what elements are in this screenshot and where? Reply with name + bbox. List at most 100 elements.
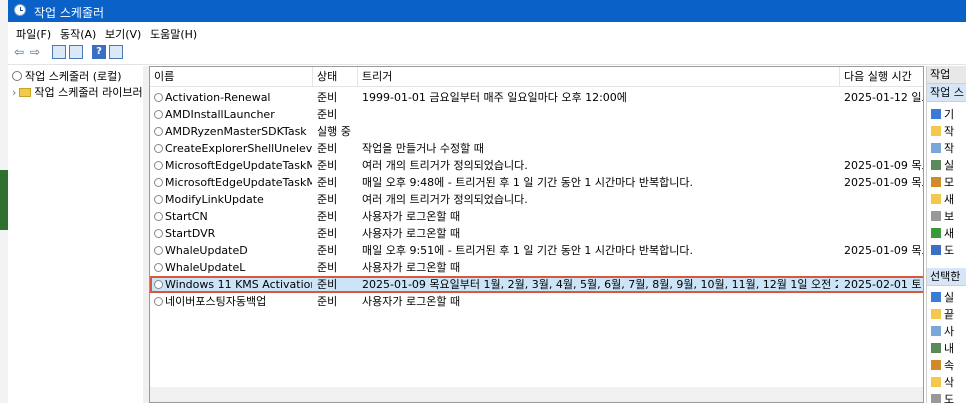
task-status: 준비 bbox=[317, 159, 338, 172]
action-item[interactable]: 모 bbox=[931, 174, 954, 190]
menu-file[interactable]: 파일(F) bbox=[16, 26, 51, 42]
show-hide-tree-icon[interactable] bbox=[69, 45, 83, 59]
action-item[interactable]: 도 bbox=[931, 242, 954, 258]
column-header-trigger[interactable]: 트리거 bbox=[358, 67, 840, 86]
menu-action[interactable]: 동작(A) bbox=[60, 26, 96, 42]
task-row[interactable]: StartCN 준비 사용자가 로그온할 때 bbox=[150, 208, 923, 225]
action-item[interactable]: 삭 bbox=[931, 374, 954, 390]
task-name: CreateExplorerShellUnelevated... bbox=[165, 142, 312, 155]
column-header-name[interactable]: 이름 bbox=[150, 67, 313, 86]
action-icon bbox=[931, 228, 941, 238]
task-status: 준비 bbox=[317, 227, 338, 240]
task-clock-icon bbox=[154, 93, 163, 102]
column-header-next-run[interactable]: 다음 실행 시간 bbox=[840, 67, 923, 86]
task-row[interactable]: ModifyLinkUpdate 준비 여러 개의 트리거가 정의되었습니다. bbox=[150, 191, 923, 208]
task-row[interactable]: WhaleUpdateD 준비 매일 오후 9:51에 - 트리거된 후 1 일 기… bbox=[150, 242, 924, 259]
task-row[interactable]: AMDInstallLauncher 준비 bbox=[150, 106, 923, 123]
action-item[interactable]: 새 bbox=[931, 225, 954, 241]
task-status: 준비 bbox=[317, 261, 338, 274]
up-folder-icon[interactable] bbox=[52, 45, 66, 59]
task-trigger: 매일 오후 9:51에 - 트리거된 후 1 일 기간 동안 1 시간마다 반복… bbox=[362, 244, 694, 257]
task-status: 준비 bbox=[317, 91, 338, 104]
action-icon bbox=[931, 177, 941, 187]
actions-header: 작업 bbox=[927, 66, 966, 84]
action-item[interactable]: 실 bbox=[931, 157, 954, 173]
toolbar: ⇦ ⇨ ? bbox=[8, 42, 966, 65]
navigation-tree: 작업 스케줄러 (로컬) › 작업 스케줄러 라이브러 bbox=[8, 66, 144, 403]
task-name: StartCN bbox=[165, 210, 208, 223]
task-row[interactable]: Windows 11 KMS Activation 준비 2025-01-09 목요… bbox=[150, 276, 923, 293]
task-clock-icon bbox=[154, 246, 163, 255]
title-bar[interactable]: 작업 스케줄러 bbox=[8, 0, 966, 22]
actions-section-library[interactable]: 작업 스 bbox=[927, 84, 966, 102]
task-row[interactable]: CreateExplorerShellUnelevated... 준비 작업을 만들… bbox=[150, 140, 923, 157]
action-item[interactable]: 새 bbox=[931, 191, 954, 207]
task-trigger: 사용자가 로그온할 때 bbox=[362, 227, 461, 240]
action-item[interactable]: 보 bbox=[931, 208, 954, 224]
tree-item-library[interactable]: › 작업 스케줄러 라이브러 bbox=[12, 84, 143, 100]
properties-icon[interactable] bbox=[109, 45, 123, 59]
background-window-strip bbox=[0, 0, 8, 403]
task-row[interactable]: WhaleUpdateL 준비 사용자가 로그온할 때 bbox=[150, 259, 923, 276]
task-clock-icon bbox=[154, 161, 163, 170]
task-row[interactable]: MicrosoftEdgeUpdateTaskMac... 준비 매일 오후 9:4… bbox=[150, 174, 924, 191]
task-trigger: 여러 개의 트리거가 정의되었습니다. bbox=[362, 159, 528, 172]
chevron-right-icon[interactable]: › bbox=[12, 86, 16, 99]
task-trigger: 사용자가 로그온할 때 bbox=[362, 210, 461, 223]
action-icon bbox=[931, 143, 941, 153]
action-item[interactable]: 속 bbox=[931, 357, 954, 373]
action-item[interactable]: 도 bbox=[931, 391, 954, 403]
action-icon bbox=[931, 245, 941, 255]
action-icon bbox=[931, 394, 941, 403]
task-trigger: 매일 오후 9:48에 - 트리거된 후 1 일 기간 동안 1 시간마다 반복… bbox=[362, 176, 694, 189]
task-scheduler-app-icon bbox=[14, 4, 26, 16]
action-item[interactable]: 기 bbox=[931, 106, 954, 122]
action-item[interactable]: 끝 bbox=[931, 306, 954, 322]
action-item[interactable]: 작 bbox=[931, 123, 954, 139]
task-row[interactable]: AMDRyzenMasterSDKTask 실행 중 bbox=[150, 123, 923, 140]
task-row[interactable]: Activation-Renewal 준비 1999-01-01 금요일부터 매주 … bbox=[150, 89, 924, 106]
task-next: 2025-02-01 토 bbox=[844, 278, 922, 291]
task-status: 실행 중 bbox=[317, 125, 351, 138]
help-icon[interactable]: ? bbox=[92, 45, 106, 59]
task-list: 이름 상태 트리거 다음 실행 시간 Activation-Renewal 준비 1… bbox=[149, 66, 924, 403]
task-clock-icon bbox=[154, 195, 163, 204]
forward-arrow-icon[interactable]: ⇨ bbox=[28, 45, 42, 59]
column-header-status[interactable]: 상태 bbox=[313, 67, 358, 86]
task-next: 2025-01-09 목요 bbox=[844, 244, 924, 257]
clock-icon bbox=[12, 71, 22, 81]
task-trigger: 1999-01-01 금요일부터 매주 일요일마다 오후 12:00에 bbox=[362, 91, 627, 104]
actions-section-selected[interactable]: 선택한 bbox=[927, 268, 966, 286]
task-name: ModifyLinkUpdate bbox=[165, 193, 264, 206]
task-name: Windows 11 KMS Activation bbox=[165, 278, 312, 291]
horizontal-scrollbar[interactable] bbox=[150, 387, 923, 402]
action-item[interactable]: 실 bbox=[931, 289, 954, 305]
action-icon bbox=[931, 360, 941, 370]
action-item[interactable]: 작 bbox=[931, 140, 954, 156]
action-item[interactable]: 사 bbox=[931, 323, 954, 339]
task-status: 준비 bbox=[317, 142, 338, 155]
task-next: 2025-01-09 목요 bbox=[844, 176, 924, 189]
menu-help[interactable]: 도움말(H) bbox=[150, 26, 197, 42]
task-row[interactable]: StartDVR 준비 사용자가 로그온할 때 bbox=[150, 225, 923, 242]
action-icon bbox=[931, 211, 941, 221]
task-status: 준비 bbox=[317, 278, 338, 291]
task-row[interactable]: 네이버포스팅자동백업 준비 사용자가 로그온할 때 bbox=[150, 293, 923, 310]
task-status: 준비 bbox=[317, 176, 338, 189]
tree-item-local[interactable]: 작업 스케줄러 (로컬) bbox=[12, 68, 122, 84]
action-icon bbox=[931, 194, 941, 204]
task-clock-icon bbox=[154, 212, 163, 221]
action-item[interactable]: 내 bbox=[931, 340, 954, 356]
task-trigger: 사용자가 로그온할 때 bbox=[362, 295, 461, 308]
task-row[interactable]: MicrosoftEdgeUpdateTaskMac... 준비 여러 개의 트리거… bbox=[150, 157, 923, 174]
task-trigger: 작업을 만들거나 수정할 때 bbox=[362, 142, 484, 155]
task-clock-icon bbox=[154, 297, 163, 306]
task-next: 2025-01-12 일요 bbox=[844, 91, 924, 104]
task-trigger: 2025-01-09 목요일부터 1월, 2월, 3월, 4월, 5월, 6월,… bbox=[362, 278, 838, 291]
task-name: WhaleUpdateD bbox=[165, 244, 248, 257]
task-name: Activation-Renewal bbox=[165, 91, 271, 104]
task-status: 준비 bbox=[317, 193, 338, 206]
menu-bar: 파일(F) 동작(A) 보기(V) 도움말(H) bbox=[8, 22, 966, 42]
back-arrow-icon[interactable]: ⇦ bbox=[12, 45, 26, 59]
menu-view[interactable]: 보기(V) bbox=[105, 26, 141, 42]
